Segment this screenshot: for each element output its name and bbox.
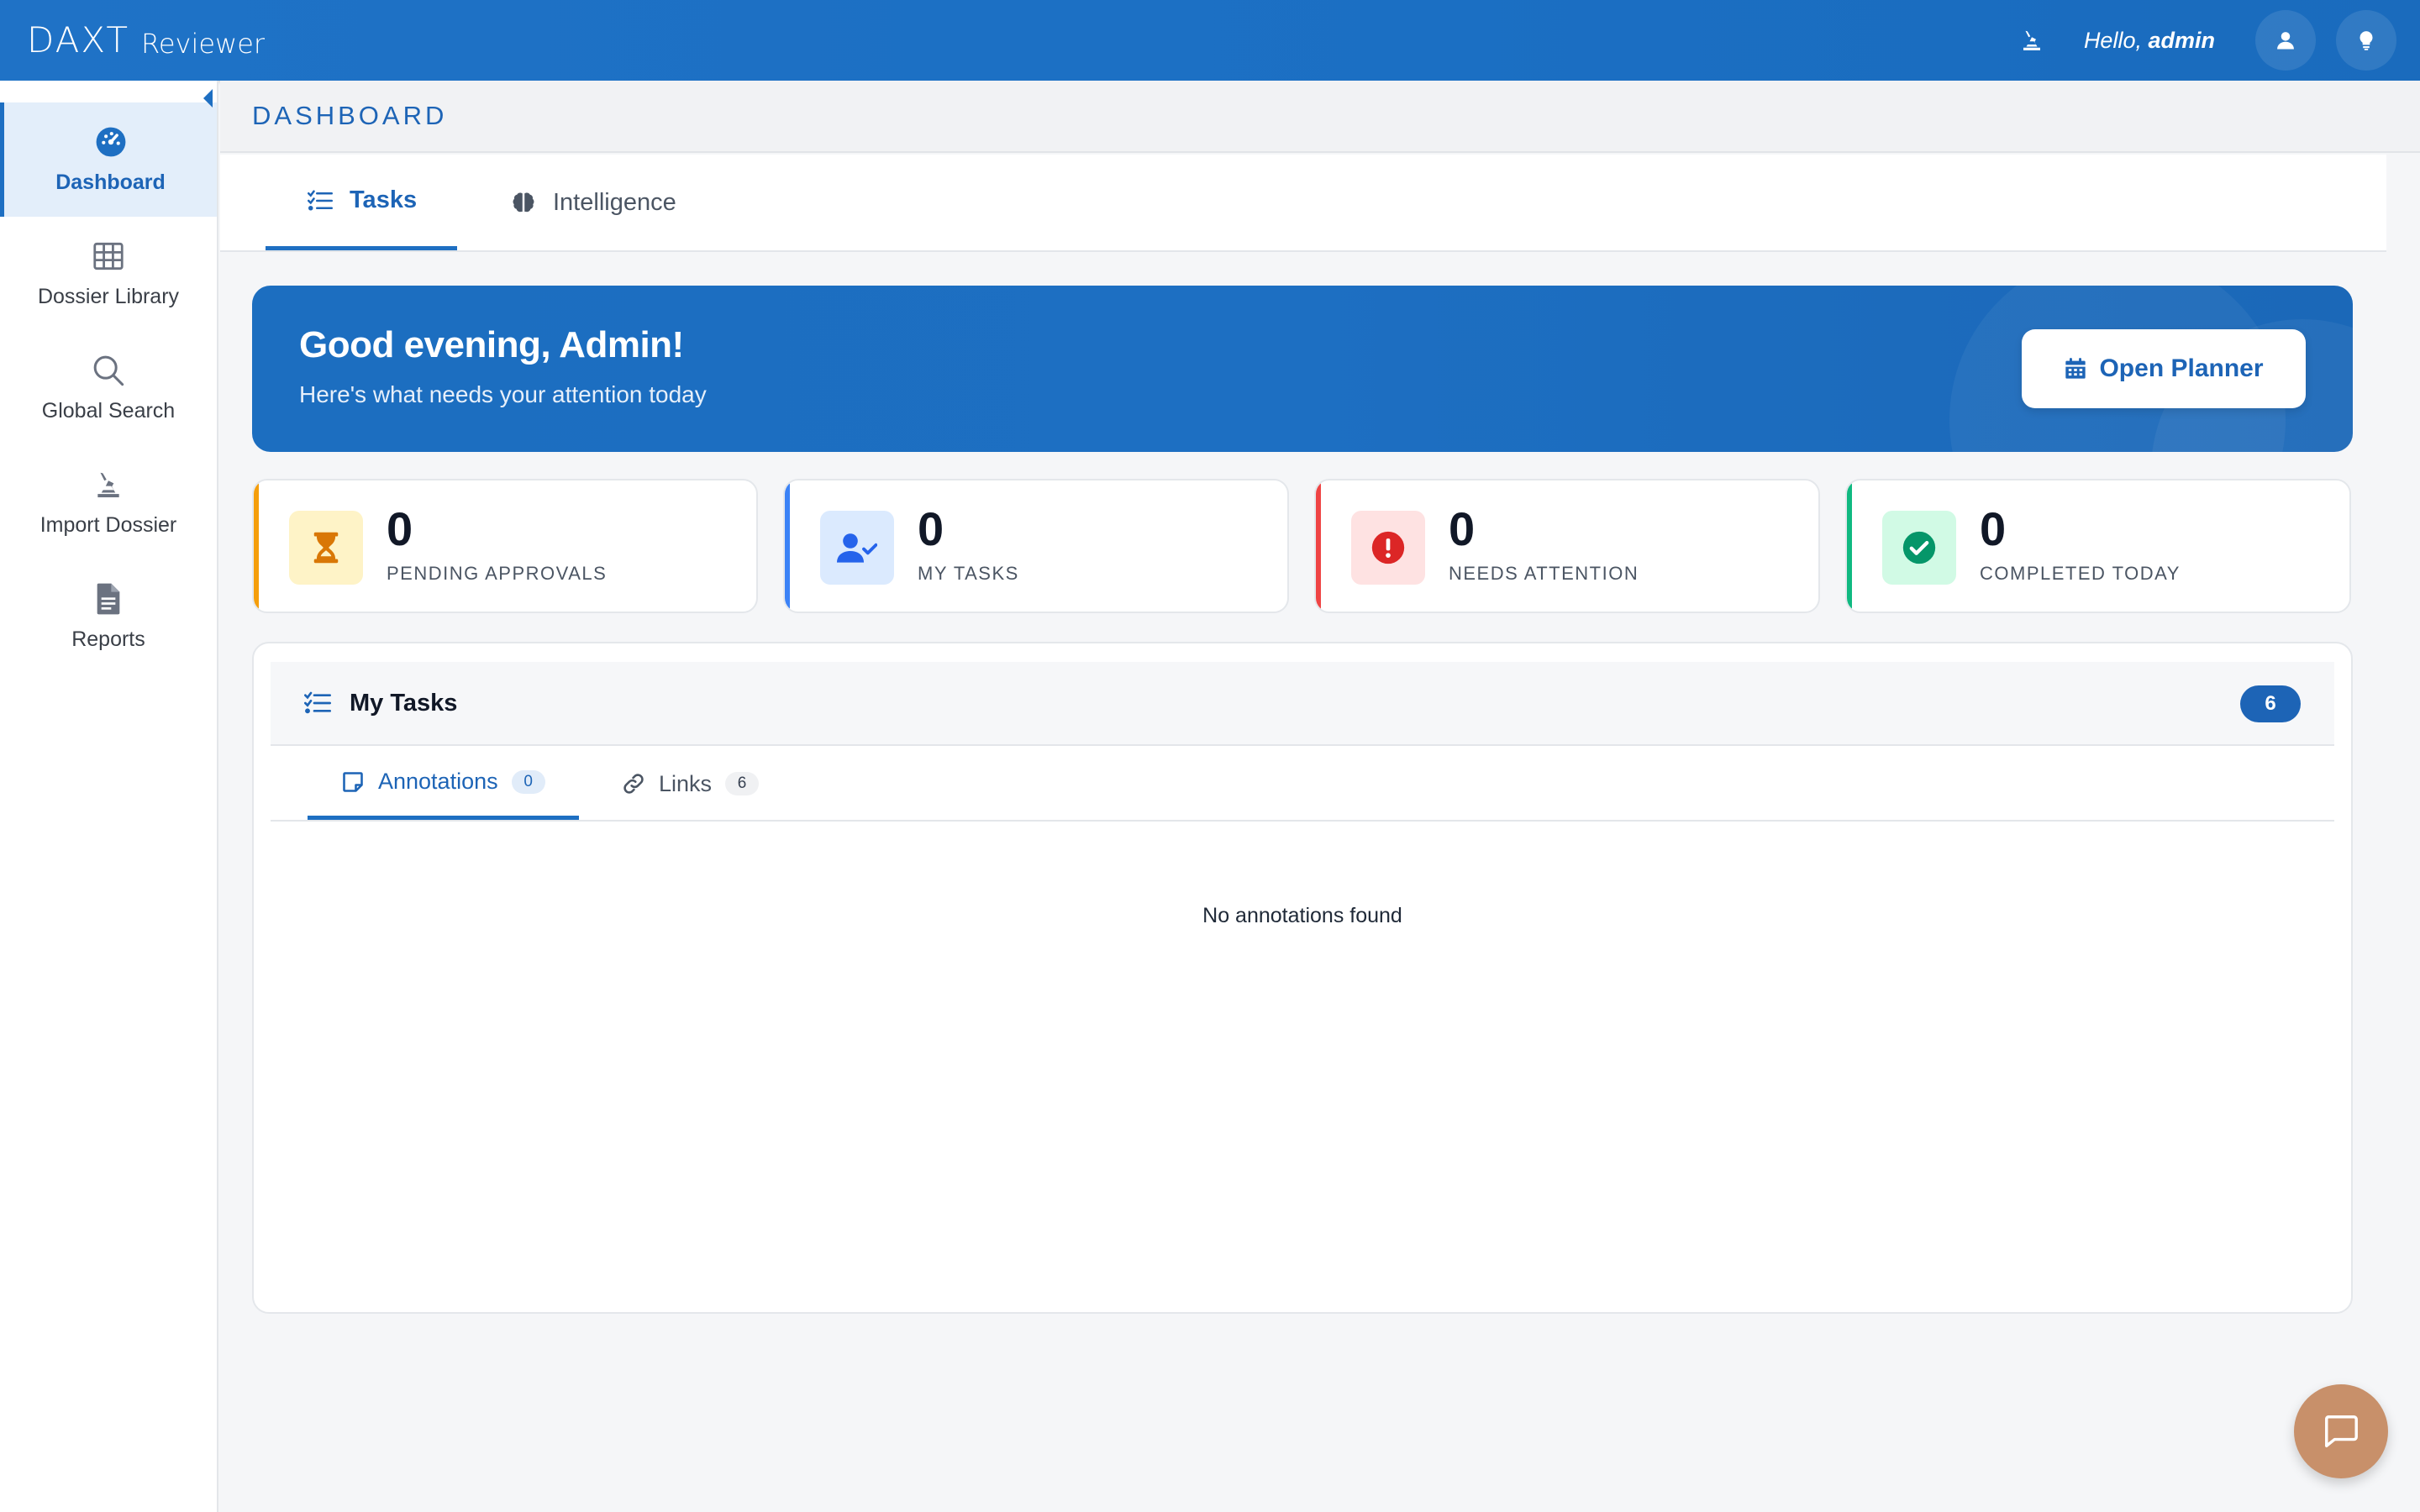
checklist-icon: [306, 186, 334, 215]
subtab-annotations[interactable]: Annotations 0: [308, 748, 579, 820]
stat-label: PENDING APPROVALS: [387, 563, 608, 584]
stat-card-my-tasks[interactable]: 0 MY TASKS: [783, 479, 1289, 613]
sidebar-item-label: Dashboard: [55, 170, 166, 194]
empty-state-message: No annotations found: [1202, 904, 1402, 927]
user-profile-button[interactable]: [2255, 10, 2316, 71]
my-tasks-subtabs: Annotations 0 Links 6: [271, 748, 2334, 822]
alert-circle-icon: [1351, 511, 1425, 585]
stat-accent-bar: [1847, 480, 1852, 612]
import-icon[interactable]: [2015, 24, 2049, 57]
stat-accent-bar: [785, 480, 790, 612]
sidebar-item-label: Reports: [71, 627, 145, 651]
sidebar-item-dashboard[interactable]: Dashboard: [0, 102, 217, 217]
tips-button[interactable]: [2336, 10, 2396, 71]
greeting-subtitle: Here's what needs your attention today: [299, 381, 707, 407]
stat-accent-bar: [1316, 480, 1321, 612]
subtab-count-badge: 6: [725, 772, 760, 795]
chat-support-button[interactable]: [2294, 1384, 2388, 1478]
open-planner-label: Open Planner: [2099, 354, 2264, 382]
sidebar-item-reports[interactable]: Reports: [0, 559, 217, 674]
stat-card-completed-today[interactable]: 0 COMPLETED TODAY: [1845, 479, 2351, 613]
user-greeting: Hello, admin: [2084, 28, 2215, 54]
stat-value: 0: [1449, 502, 1476, 555]
page-title: DASHBOARD: [252, 101, 448, 130]
import-icon: [92, 468, 125, 501]
brain-icon: [509, 188, 538, 217]
stat-card-pending-approvals[interactable]: 0 PENDING APPROVALS: [252, 479, 758, 613]
tab-label: Tasks: [350, 186, 418, 213]
collapse-sidebar-caret-icon[interactable]: [203, 89, 213, 108]
my-tasks-title: My Tasks: [350, 689, 458, 717]
chat-bubble-icon: [2325, 1415, 2358, 1447]
search-icon: [92, 354, 125, 387]
stat-label: NEEDS ATTENTION: [1449, 563, 1639, 584]
greeting-user-name: admin: [2148, 27, 2215, 53]
logo-text: Reviewer: [141, 28, 266, 60]
stat-label: COMPLETED TODAY: [1980, 563, 2181, 584]
dashboard-gauge-icon: [94, 125, 128, 159]
app-logo[interactable]: DAXT Reviewer: [27, 21, 265, 60]
my-tasks-count-badge: 6: [2240, 685, 2301, 722]
stat-accent-bar: [254, 480, 259, 612]
lightbulb-icon: [2360, 31, 2373, 50]
sidebar-item-import-dossier[interactable]: Import Dossier: [0, 445, 217, 559]
stat-value: 0: [1980, 502, 2007, 555]
checklist-icon: [304, 691, 331, 714]
open-planner-button[interactable]: Open Planner: [2022, 329, 2306, 408]
hourglass-icon: [289, 511, 363, 585]
tab-tasks[interactable]: Tasks: [266, 155, 458, 250]
calendar-icon: [2065, 358, 2086, 379]
user-check-icon: [820, 511, 894, 585]
check-circle-icon: [1882, 511, 1956, 585]
document-icon: [92, 582, 125, 616]
tab-intelligence[interactable]: Intelligence: [502, 155, 683, 250]
subtab-links[interactable]: Links 6: [612, 748, 769, 820]
subtab-count-badge: 0: [511, 769, 545, 794]
subtab-label: Annotations: [378, 769, 498, 794]
top-bar: DAXT Reviewer Hello, admin: [0, 0, 2420, 81]
logo-mark: DAXT: [27, 19, 130, 60]
link-icon: [623, 774, 644, 794]
user-icon: [2277, 32, 2294, 50]
sidebar-item-label: Dossier Library: [37, 284, 180, 308]
sidebar-item-dossier-library[interactable]: Dossier Library: [0, 217, 217, 331]
tab-label: Intelligence: [553, 188, 676, 216]
sidebar: Dashboard Dossier Library Global Search …: [0, 81, 218, 1512]
sidebar-item-global-search[interactable]: Global Search: [0, 331, 217, 445]
stat-card-needs-attention[interactable]: 0 NEEDS ATTENTION: [1314, 479, 1820, 613]
grid-table-icon: [92, 239, 125, 273]
stat-value: 0: [387, 502, 413, 555]
stat-label: MY TASKS: [918, 563, 1019, 584]
stat-value: 0: [918, 502, 944, 555]
greeting-banner: Good evening, Admin! Here's what needs y…: [252, 286, 2353, 452]
my-tasks-panel: My Tasks 6 Annotations 0 Links 6 No anno…: [252, 642, 2353, 1314]
greeting-title: Good evening, Admin!: [299, 324, 684, 365]
note-icon: [343, 771, 363, 792]
sidebar-item-label: Import Dossier: [39, 512, 177, 537]
greeting-prefix: Hello,: [2083, 27, 2142, 53]
sidebar-item-label: Global Search: [41, 398, 176, 423]
my-tasks-header: My Tasks 6: [271, 662, 2334, 746]
top-bar-actions: Hello, admin: [2015, 0, 2396, 81]
dashboard-tabs: Tasks Intelligence: [220, 155, 2386, 252]
subtab-label: Links: [659, 770, 713, 796]
page-header: DASHBOARD: [220, 81, 2420, 153]
